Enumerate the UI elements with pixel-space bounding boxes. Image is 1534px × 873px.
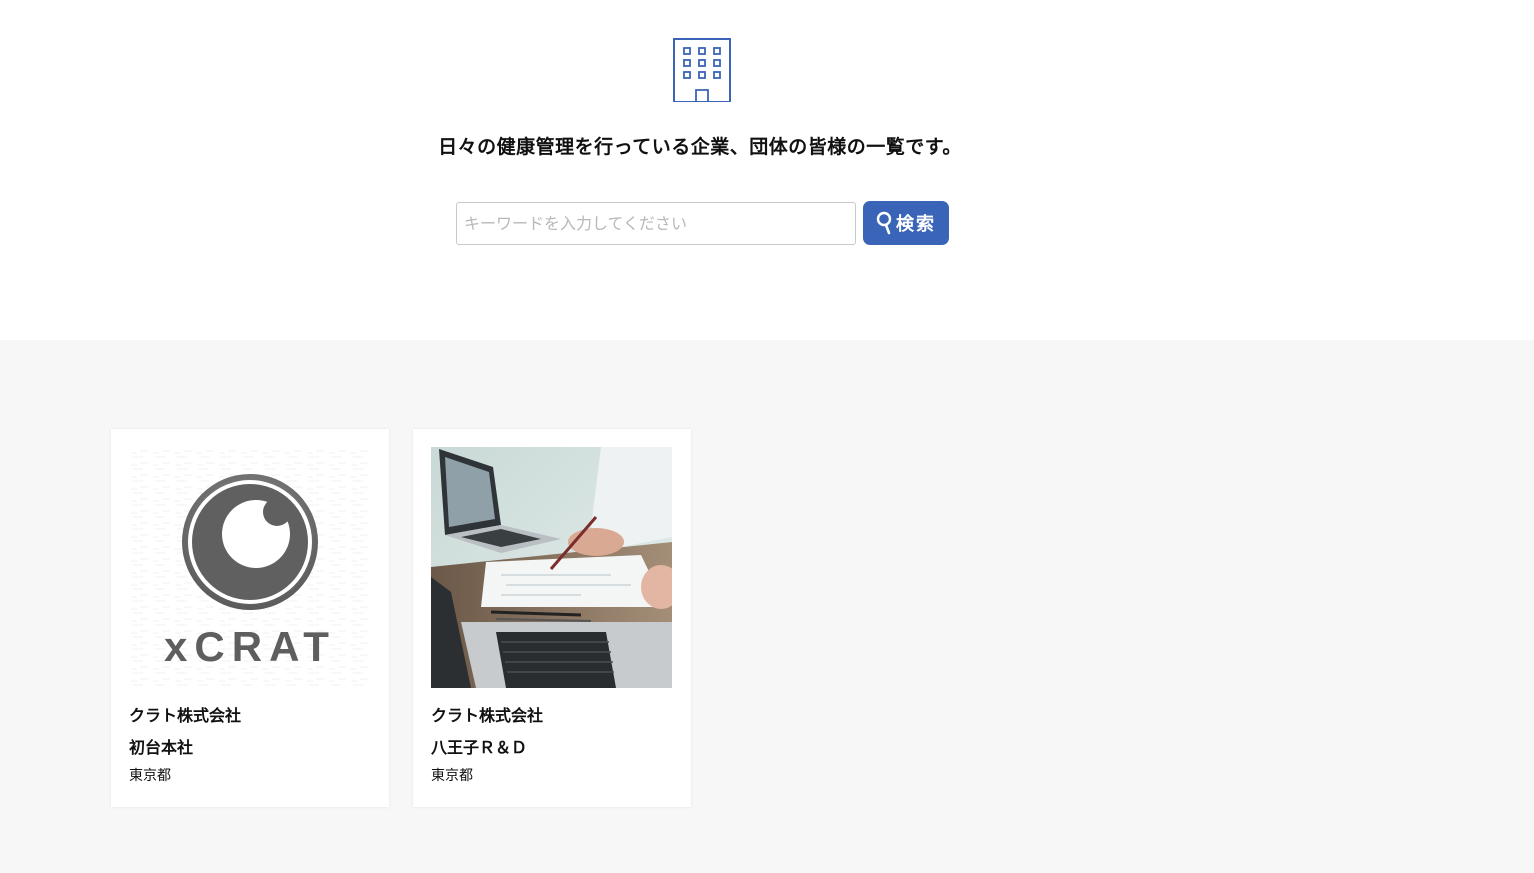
company-card[interactable]: クラト株式会社 八王子Ｒ＆Ｄ 東京都	[413, 429, 691, 807]
search-button-label: 検索	[896, 214, 936, 235]
company-card[interactable]: xCRAT クラト株式会社 初台本社 東京都	[111, 429, 389, 807]
branch-name: 初台本社	[129, 738, 194, 757]
branch-name: 八王子Ｒ＆Ｄ	[431, 738, 528, 757]
search-icon	[876, 211, 892, 235]
company-name: クラト株式会社	[129, 706, 242, 725]
prefecture: 東京都	[129, 768, 171, 784]
company-list: xCRAT クラト株式会社 初台本社 東京都 クラト株式会社 八王子Ｒ＆Ｄ 東京…	[0, 340, 1534, 873]
prefecture: 東京都	[431, 768, 473, 784]
company-photo	[431, 447, 672, 688]
building-icon	[673, 38, 731, 102]
company-logo: xCRAT	[129, 447, 370, 688]
search-input[interactable]	[456, 202, 856, 245]
xcrat-logo-text: xCRAT	[164, 623, 336, 670]
search-button[interactable]: 検索	[863, 201, 949, 245]
company-name: クラト株式会社	[431, 706, 544, 725]
page-lead: 日々の健康管理を行っている企業、団体の皆様の一覧です。	[438, 136, 962, 158]
search-header: 日々の健康管理を行っている企業、団体の皆様の一覧です。 検索	[0, 0, 1534, 340]
